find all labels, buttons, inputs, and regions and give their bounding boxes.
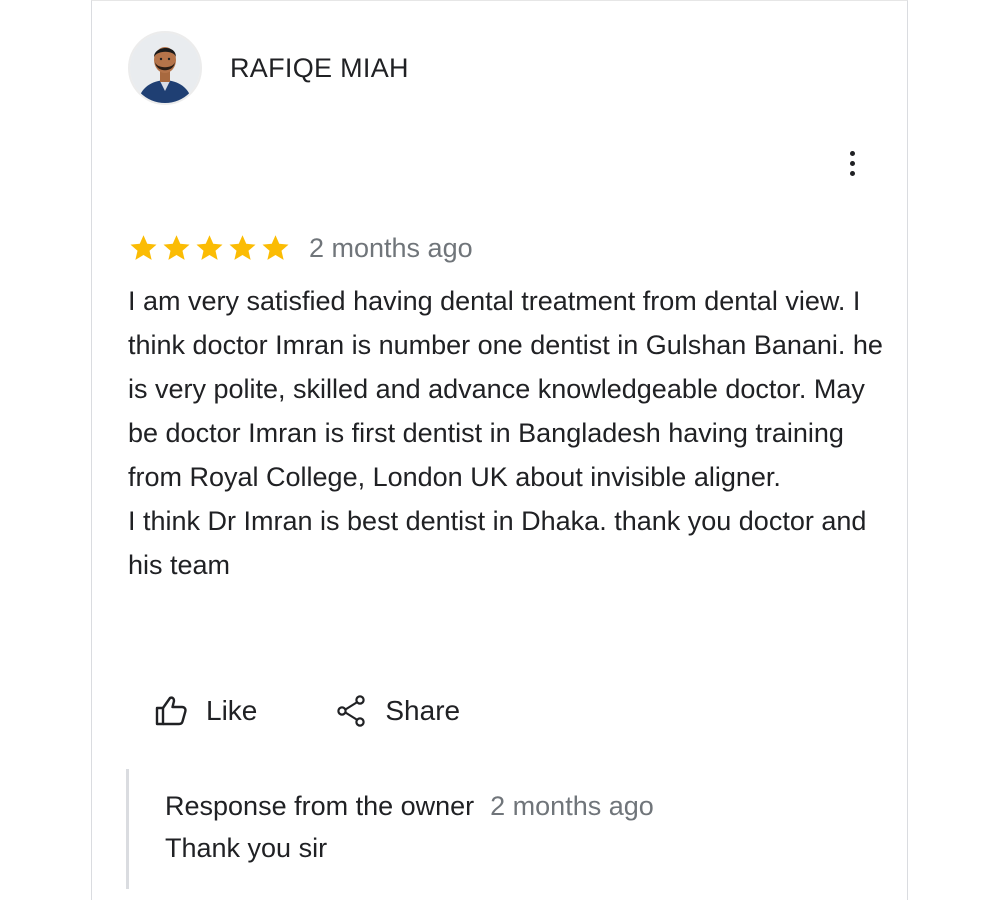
response-title: Response from the owner [165, 791, 475, 821]
review-card: RAFIQE MIAH 2 months ago I am very satis… [91, 0, 908, 900]
like-label: Like [206, 695, 258, 726]
reviewer-avatar[interactable] [128, 31, 202, 105]
response-header: Response from the owner 2 months ago [165, 791, 654, 822]
more-vert-icon [849, 150, 855, 156]
share-button[interactable]: Share [335, 694, 460, 728]
response-time: 2 months ago [490, 791, 654, 821]
reviewer-name[interactable]: RAFIQE MIAH [230, 53, 409, 84]
response-text: Thank you sir [165, 833, 328, 863]
more-options-button[interactable] [840, 147, 864, 179]
star-rating [128, 233, 291, 263]
share-label: Share [385, 695, 461, 726]
star-icon [163, 235, 190, 260]
review-paragraph: I am very satisfied having dental treatm… [128, 286, 883, 492]
rating-row: 2 months ago [128, 229, 473, 267]
more-vert-icon-dot [849, 160, 855, 166]
avatar-photo [130, 33, 200, 103]
thumbs-up-icon [154, 695, 188, 727]
star-icon [130, 235, 157, 260]
owner-response: Response from the owner 2 months ago Than… [126, 769, 866, 889]
review-text: I am very satisfied having dental treatm… [128, 279, 888, 587]
review-time: 2 months ago [309, 232, 473, 263]
star-icon [262, 235, 289, 260]
like-button[interactable]: Like [154, 695, 257, 727]
star-icon [229, 235, 256, 260]
more-vert-icon-dot [849, 170, 855, 176]
review-actions: Like Share [154, 689, 460, 733]
review-paragraph: I think Dr Imran is best dentist in Dhak… [128, 506, 867, 580]
share-icon [335, 694, 367, 728]
star-icon [196, 235, 223, 260]
